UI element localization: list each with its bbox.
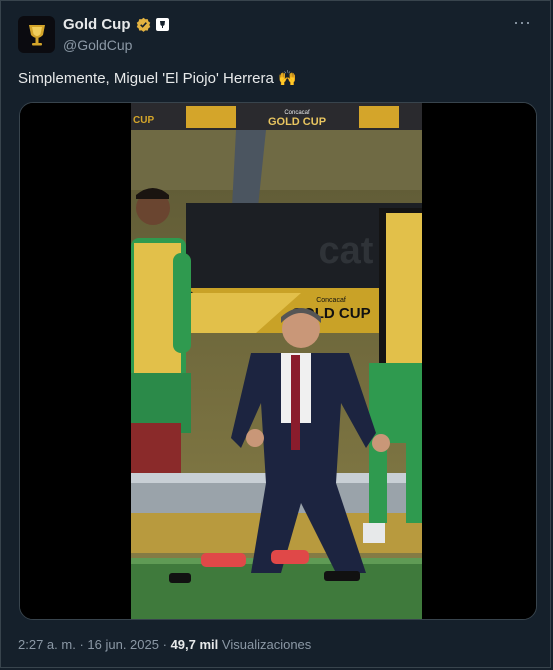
banner-left-text: CUP — [133, 115, 154, 126]
raised-hands-emoji: 🙌 — [278, 70, 297, 87]
tweet-text-content: Simplemente, Miguel 'El Piojo' Herrera — [18, 70, 274, 87]
tweet-text: Simplemente, Miguel 'El Piojo' Herrera 🙌 — [18, 69, 297, 87]
board-small-text: Concacaf — [316, 297, 346, 304]
tweet-date[interactable]: 16 jun. 2025 — [87, 637, 159, 652]
affiliate-badge-icon — [155, 18, 169, 31]
author-handle[interactable]: @GoldCup — [63, 37, 132, 53]
tweet-meta: 2:27 a. m. · 16 jun. 2025 · 49,7 mil Vis… — [18, 637, 311, 652]
banner-top-text: GOLD CUP — [268, 116, 326, 128]
display-name[interactable]: Gold Cup — [63, 16, 131, 33]
views-label: Visualizaciones — [221, 637, 312, 652]
tweet-time[interactable]: 2:27 a. m. — [18, 637, 76, 652]
svg-text:cat: cat — [319, 230, 374, 272]
meta-separator-2: · — [162, 637, 167, 652]
gold-cup-logo-icon — [28, 24, 45, 45]
tweet-card: Gold Cup @GoldCup ⋯ Simplemente, Miguel … — [0, 0, 551, 668]
video-player[interactable]: CUP Concacaf GOLD CUP cat Concacaf GOLD … — [19, 102, 537, 620]
author-row: Gold Cup — [63, 16, 169, 33]
avatar[interactable] — [18, 16, 55, 53]
verified-badge-icon — [136, 17, 150, 32]
video-frame: CUP Concacaf GOLD CUP cat Concacaf GOLD … — [20, 103, 536, 619]
more-options-icon[interactable]: ⋯ — [513, 13, 532, 34]
meta-separator: · — [79, 637, 84, 652]
views-count: 49,7 mil — [170, 637, 219, 652]
